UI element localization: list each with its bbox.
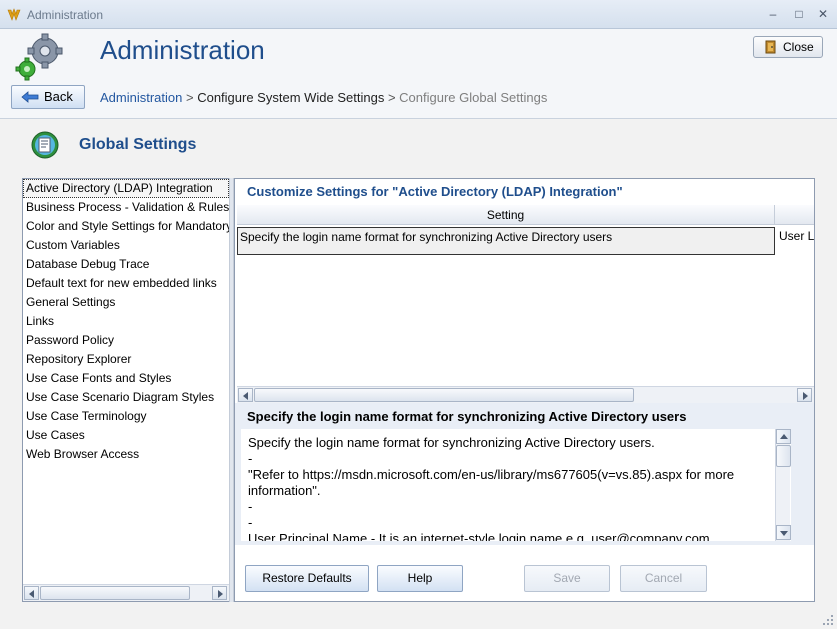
category-item-links[interactable]: Links [23, 312, 229, 331]
description-area: Specify the login name format for synchr… [235, 403, 814, 545]
header: Administration Close Back Administration… [0, 29, 837, 119]
back-button-label: Back [44, 89, 73, 104]
category-list-panel: Active Directory (LDAP) Integration Busi… [22, 178, 230, 602]
category-item-web-browser-access[interactable]: Web Browser Access [23, 445, 229, 464]
global-settings-icon [31, 131, 59, 159]
resize-grip-icon[interactable] [822, 614, 834, 626]
category-item-use-case-terminology[interactable]: Use Case Terminology [23, 407, 229, 426]
cancel-button[interactable]: Cancel [620, 565, 707, 592]
description-title: Specify the login name format for synchr… [247, 409, 687, 424]
description-line: Specify the login name format for synchr… [248, 435, 655, 450]
category-item-active-directory[interactable]: Active Directory (LDAP) Integration [23, 179, 229, 198]
scrollbar-thumb[interactable] [40, 586, 190, 600]
minimize-icon[interactable]: – [763, 6, 783, 22]
category-item-business-process[interactable]: Business Process - Validation & Rules [23, 198, 229, 217]
description-line: - [248, 515, 253, 530]
help-label: Help [407, 571, 433, 585]
category-item-custom-variables[interactable]: Custom Variables [23, 236, 229, 255]
restore-defaults-button[interactable]: Restore Defaults [245, 565, 369, 592]
scroll-left-button[interactable] [238, 388, 253, 402]
page-title: Administration [100, 35, 265, 65]
administration-gears-icon [15, 33, 63, 81]
category-item-color-style[interactable]: Color and Style Settings for Mandatory [23, 217, 229, 236]
breadcrumb-system-wide-settings: Configure System Wide Settings [197, 90, 385, 105]
customize-title: Customize Settings for "Active Directory… [247, 184, 623, 199]
category-list-horizontal-scrollbar[interactable] [23, 584, 229, 601]
breadcrumb-administration-link[interactable]: Administration [100, 90, 182, 105]
app-logo-icon [7, 8, 21, 21]
breadcrumb-current: Configure Global Settings [399, 90, 548, 105]
door-exit-icon [765, 40, 776, 54]
description-line: "Refer to https://msdn.microsoft.com/en-… [248, 467, 738, 498]
category-item-scenario-diagram[interactable]: Use Case Scenario Diagram Styles [23, 388, 229, 407]
section-title: Global Settings [79, 136, 197, 153]
description-text[interactable]: Specify the login name format for synchr… [241, 429, 791, 541]
close-window-icon[interactable]: ✕ [813, 6, 833, 22]
help-button[interactable]: Help [377, 565, 463, 592]
scrollbar-thumb[interactable] [254, 388, 634, 402]
breadcrumb: Administration > Configure System Wide S… [100, 90, 547, 105]
category-item-password-policy[interactable]: Password Policy [23, 331, 229, 350]
grid-header: Setting [237, 205, 814, 225]
settings-grid: Setting Specify the login name format fo… [237, 205, 814, 403]
setting-cell[interactable]: Specify the login name format for synchr… [237, 227, 775, 255]
grid-horizontal-scrollbar[interactable] [237, 386, 814, 403]
back-button[interactable]: Back [11, 85, 85, 109]
chevron-left-icon [243, 392, 248, 400]
save-button[interactable]: Save [524, 565, 610, 592]
chevron-up-icon [780, 434, 788, 439]
window-title: Administration [27, 8, 104, 22]
category-list[interactable]: Active Directory (LDAP) Integration Busi… [23, 179, 229, 583]
maximize-icon[interactable]: □ [789, 6, 809, 22]
breadcrumb-separator: > [384, 90, 400, 105]
category-item-use-case-fonts[interactable]: Use Case Fonts and Styles [23, 369, 229, 388]
category-item-database-debug[interactable]: Database Debug Trace [23, 255, 229, 274]
scroll-left-button[interactable] [24, 586, 39, 600]
scroll-down-button[interactable] [776, 525, 791, 540]
close-button-label: Close [783, 40, 814, 54]
description-vertical-scrollbar[interactable] [775, 429, 791, 541]
chevron-left-icon [29, 590, 34, 598]
category-item-default-text[interactable]: Default text for new embedded links [23, 274, 229, 293]
category-item-use-cases[interactable]: Use Cases [23, 426, 229, 445]
category-item-general-settings[interactable]: General Settings [23, 293, 229, 312]
close-button[interactable]: Close [753, 36, 823, 58]
scroll-right-button[interactable] [797, 388, 812, 402]
chevron-right-icon [218, 590, 223, 598]
chevron-right-icon [803, 392, 808, 400]
settings-panel: Customize Settings for "Active Directory… [234, 178, 815, 602]
scroll-up-button[interactable] [776, 429, 791, 444]
chevron-down-icon [780, 531, 788, 536]
value-cell[interactable]: User L [777, 227, 814, 255]
column-header-setting[interactable]: Setting [237, 205, 775, 225]
scrollbar-thumb[interactable] [776, 445, 791, 467]
window-titlebar: Administration – □ ✕ [0, 0, 837, 29]
restore-defaults-label: Restore Defaults [262, 571, 352, 585]
description-line: - [248, 451, 253, 466]
description-line: - [248, 499, 253, 514]
scroll-right-button[interactable] [212, 586, 227, 600]
save-label: Save [553, 571, 581, 585]
category-item-repository-explorer[interactable]: Repository Explorer [23, 350, 229, 369]
cancel-label: Cancel [644, 571, 683, 585]
description-line: User Principal Name - It is an internet-… [248, 531, 710, 541]
breadcrumb-separator: > [182, 90, 198, 105]
back-arrow-icon [21, 91, 39, 103]
table-row[interactable]: Specify the login name format for synchr… [237, 227, 814, 255]
